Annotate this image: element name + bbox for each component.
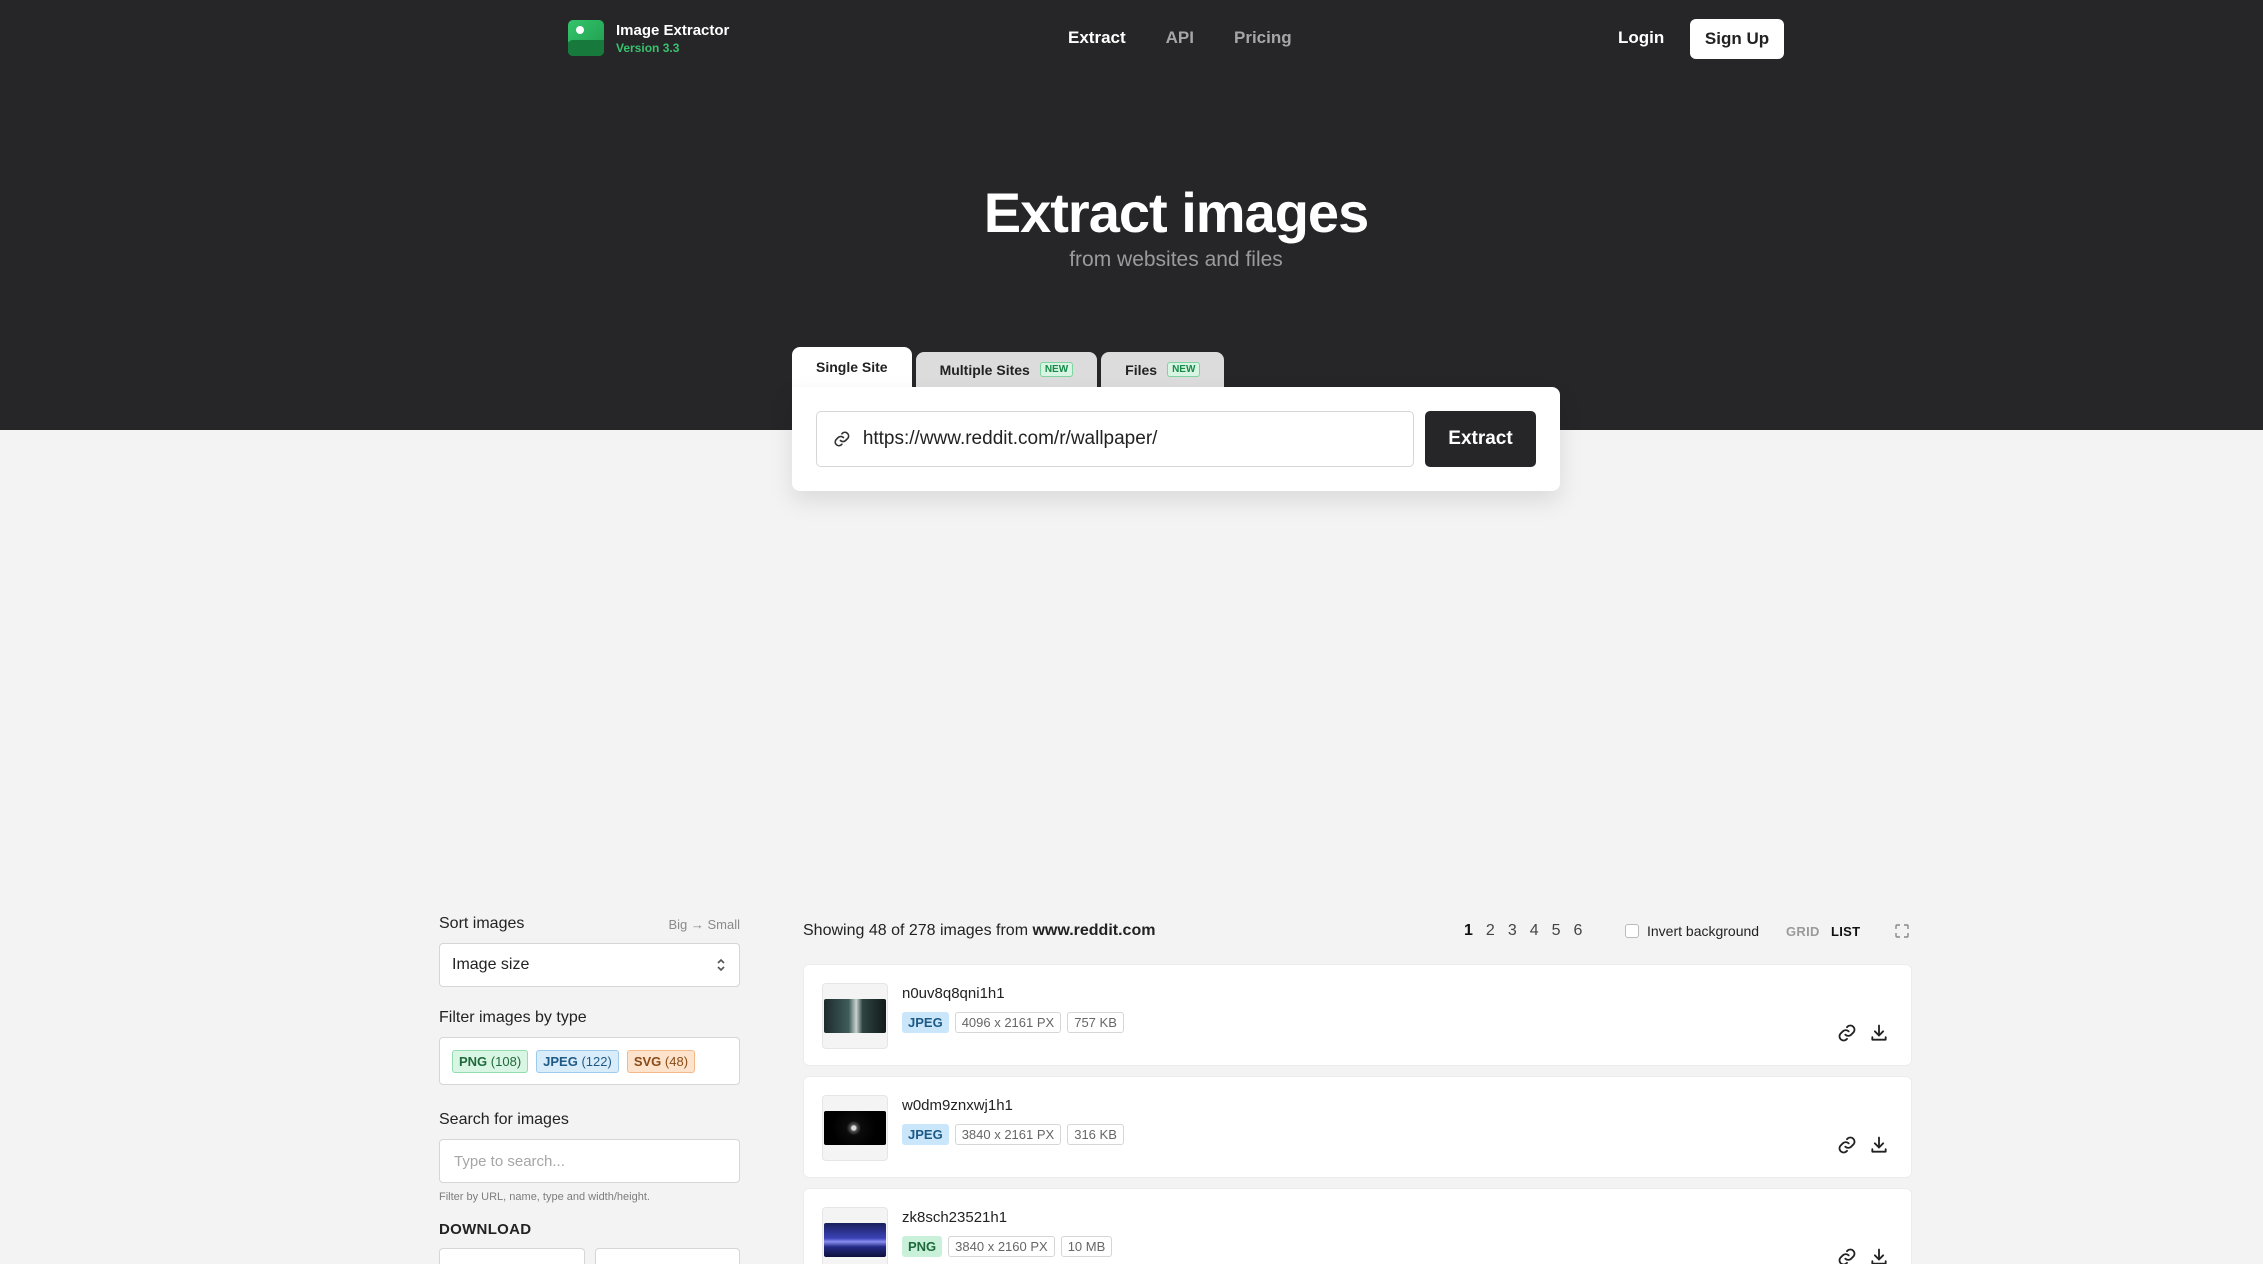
url-field <box>816 411 1414 467</box>
url-input[interactable] <box>862 428 1397 450</box>
type-badge: JPEG <box>902 1124 949 1145</box>
source-tabs: Single Site Multiple Sites NEW Files NEW <box>792 347 1228 387</box>
sort-direction[interactable]: Big → Small <box>668 917 740 932</box>
dimensions-badge: 4096 x 2161 PX <box>954 1012 1062 1033</box>
sort-label: Sort images <box>439 915 525 932</box>
tab-single-site[interactable]: Single Site <box>792 347 912 387</box>
image-list: n0uv8q8qni1h1 JPEG 4096 x 2161 PX 757 KB… <box>803 964 1912 1264</box>
logo-icon <box>568 20 604 56</box>
extract-card: Extract <box>792 387 1560 491</box>
chip-count: (108) <box>490 1053 522 1069</box>
pagination: 1 2 3 4 5 6 <box>1464 922 1582 940</box>
chip-count: (48) <box>664 1053 689 1069</box>
filter-jpeg[interactable]: JPEG (122) <box>536 1049 619 1073</box>
filesize-badge: 757 KB <box>1067 1012 1124 1033</box>
nav-pricing[interactable]: Pricing <box>1234 28 1292 48</box>
image-name: w0dm9znxwj1h1 <box>902 1097 1013 1114</box>
filter-png[interactable]: PNG (108) <box>452 1049 529 1073</box>
image-name: n0uv8q8qni1h1 <box>902 985 1005 1002</box>
page-1[interactable]: 1 <box>1464 922 1473 940</box>
download-label: DOWNLOAD <box>439 1221 532 1238</box>
page-2[interactable]: 2 <box>1486 922 1495 940</box>
search-label: Search for images <box>439 1111 569 1128</box>
invert-checkbox[interactable] <box>1625 924 1639 938</box>
dimensions-badge: 3840 x 2160 PX <box>948 1236 1055 1257</box>
type-badge: PNG <box>902 1236 943 1257</box>
brand-name: Image Extractor <box>616 21 730 39</box>
page-5[interactable]: 5 <box>1552 922 1561 940</box>
chip-type: PNG <box>459 1053 488 1069</box>
copy-link-icon[interactable] <box>1837 1247 1857 1264</box>
nav-extract[interactable]: Extract <box>1068 28 1126 48</box>
list-item[interactable]: n0uv8q8qni1h1 JPEG 4096 x 2161 PX 757 KB <box>803 964 1912 1066</box>
invert-label: Invert background <box>1647 923 1760 939</box>
dimensions-badge: 3840 x 2161 PX <box>954 1124 1062 1145</box>
nav-api[interactable]: API <box>1166 28 1194 48</box>
chevron-updown-icon <box>717 958 725 972</box>
download-icon[interactable] <box>1869 1023 1889 1043</box>
tab-files[interactable]: Files NEW <box>1101 352 1225 387</box>
download-button[interactable] <box>439 1248 585 1264</box>
page-title: Extract images <box>983 181 1369 244</box>
download-button[interactable] <box>594 1248 740 1264</box>
sort-value: Image size <box>452 956 530 973</box>
copy-link-icon[interactable] <box>1837 1023 1857 1043</box>
image-thumbnail[interactable] <box>822 1207 888 1264</box>
brand-version: Version 3.3 <box>616 40 680 55</box>
tab-label: Files <box>1125 361 1158 378</box>
filesize-badge: 316 KB <box>1067 1124 1124 1145</box>
brand[interactable]: Image Extractor Version 3.3 <box>568 20 729 56</box>
expand-icon[interactable] <box>1894 923 1910 939</box>
results-count: Showing 48 of 278 images from www.reddit… <box>803 922 1155 940</box>
main-nav: Extract API Pricing <box>1068 28 1292 48</box>
signup-button[interactable]: Sign Up <box>1690 19 1784 59</box>
download-icon[interactable] <box>1869 1247 1889 1264</box>
copy-link-icon[interactable] <box>1837 1135 1857 1155</box>
showing-text: Showing 48 of 278 images from <box>803 922 1029 939</box>
view-list-button[interactable]: LIST <box>1831 924 1860 939</box>
list-item[interactable]: zk8sch23521h1 PNG 3840 x 2160 PX 10 MB <box>803 1188 1912 1264</box>
search-input[interactable] <box>439 1139 740 1183</box>
filesize-badge: 10 MB <box>1060 1236 1113 1257</box>
new-badge: NEW <box>1039 362 1074 377</box>
view-grid-button[interactable]: GRID <box>1786 924 1820 939</box>
filter-svg[interactable]: SVG (48) <box>626 1049 696 1073</box>
new-badge: NEW <box>1167 362 1201 377</box>
sidebar-filters: Sort images Big → Small Image size Filte… <box>439 915 740 1264</box>
image-name: zk8sch23521h1 <box>902 1209 1008 1226</box>
login-link[interactable]: Login <box>1618 28 1664 48</box>
extract-button[interactable]: Extract <box>1425 411 1536 467</box>
type-filter: PNG (108) JPEG (122) SVG (48) <box>439 1037 740 1085</box>
download-icon[interactable] <box>1869 1135 1889 1155</box>
page-3[interactable]: 3 <box>1508 922 1517 940</box>
search-hint: Filter by URL, name, type and width/heig… <box>439 1191 650 1203</box>
page-4[interactable]: 4 <box>1530 922 1539 940</box>
chip-type: SVG <box>633 1053 662 1069</box>
results-domain: www.reddit.com <box>1032 922 1156 939</box>
tab-label: Multiple Sites <box>939 361 1030 378</box>
tab-label: Single Site <box>816 359 888 375</box>
sort-select[interactable]: Image size <box>439 943 740 987</box>
tab-multiple-sites[interactable]: Multiple Sites NEW <box>915 352 1098 387</box>
chip-type: JPEG <box>543 1053 578 1069</box>
type-badge: JPEG <box>902 1012 949 1033</box>
filter-label: Filter images by type <box>439 1009 587 1026</box>
page-6[interactable]: 6 <box>1574 922 1583 940</box>
image-thumbnail[interactable] <box>822 1095 888 1161</box>
results-header: Showing 48 of 278 images from www.reddit… <box>803 918 1912 944</box>
invert-toggle[interactable]: Invert background <box>1625 923 1759 939</box>
image-thumbnail[interactable] <box>822 983 888 1049</box>
link-icon <box>834 431 850 447</box>
list-item[interactable]: w0dm9znxwj1h1 JPEG 3840 x 2161 PX 316 KB <box>803 1076 1912 1178</box>
chip-count: (122) <box>581 1053 612 1069</box>
page-subtitle: from websites and files <box>1069 248 1283 271</box>
